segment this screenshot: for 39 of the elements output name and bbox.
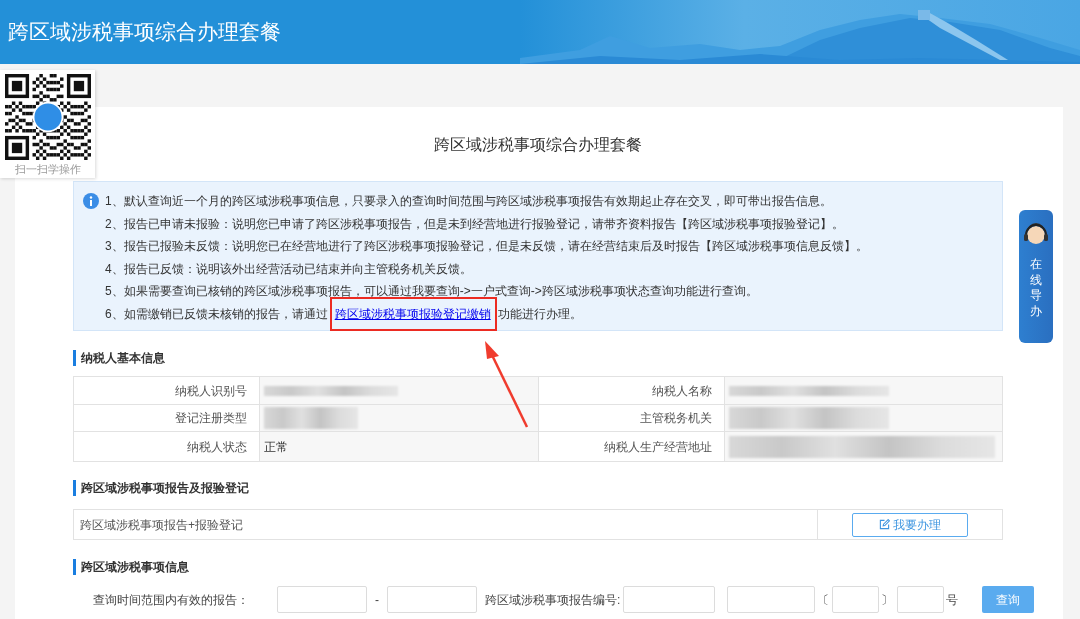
notice-text: 6、如需缴销已反馈未核销的报告，请通过 跨区域涉税事项报验登记缴销 功能进行办理。 (105, 302, 868, 325)
edit-icon (879, 519, 890, 530)
notice-text: 1、默认查询近一个月的跨区域涉税事项信息，只要录入的查询时间范围与跨区域涉税事项报告有效期起止存在交叉，即可带出报告信息。 (105, 193, 833, 210)
field-label: 登记注册类型 (174, 410, 247, 427)
handle-button[interactable]: 我要办理 (852, 512, 968, 537)
field-label: 纳税人名称 (652, 382, 713, 400)
input-field[interactable] (832, 586, 880, 613)
header-title: 跨区域涉税事项综合办理套餐 (7, 19, 281, 45)
online-guide-tab[interactable]: 在线导办 (1019, 210, 1053, 343)
section-heading: 跨区域涉税事项信息 (73, 559, 189, 575)
notice-link[interactable]: 跨区域涉税事项报验登记缴销 (334, 306, 491, 321)
field-label: 跨区域涉税事项报告编号: (485, 591, 621, 609)
qr-code-icon (4, 74, 91, 160)
notice-text: 3、报告已报验未反馈：说明您已在经营地进行了跨区涉税事项报验登记，但是未反馈，请在经营结束后及时报告【跨区域涉税事项信息反馈】。 (105, 238, 868, 255)
field-label: 纳税人识别号 (174, 382, 247, 400)
field-value: 正常 (263, 438, 288, 456)
page-title: 跨区域涉税事项综合办理套餐 (434, 136, 642, 153)
query-button[interactable]: 查询 (982, 586, 1035, 613)
section-heading: 纳税人基本信息 (73, 350, 165, 366)
input-field[interactable] (277, 586, 367, 613)
separator-text: 号 (946, 591, 959, 609)
separator-text: - (375, 591, 379, 609)
notice-text: 5、如果需要查询已核销的跨区域涉税事项报告，可以通过我要查询->一户式查询->跨区域涉税事项状态查询功能进行查询。 (105, 283, 759, 300)
input-field[interactable] (623, 586, 716, 613)
input-field[interactable] (727, 586, 816, 613)
field-label: 主管税务机关 (640, 410, 713, 427)
info-icon (83, 193, 99, 209)
separator-text: 〕 (881, 591, 894, 609)
field-label: 纳税人生产经营地址 (604, 438, 713, 456)
field-label: 查询时间范围内有效的报告： (93, 591, 250, 609)
field-label: 纳税人状态 (186, 438, 247, 456)
notice-text: 2、报告已申请未报验：说明您已申请了跨区涉税事项报告，但是未到经营地进行报验登记，请带齐资料报告【跨区域涉税事项报验登记】。 (105, 215, 845, 233)
section-heading: 跨区域涉税事项报告及报验登记 (73, 480, 249, 496)
qr-caption: 扫一扫学操作 (14, 162, 81, 176)
input-field[interactable] (897, 586, 945, 613)
item-label: 跨区域涉税事项报告+报验登记 (80, 516, 243, 534)
separator-text: 〔 (817, 591, 830, 609)
input-field[interactable] (387, 586, 477, 613)
notice-text: 4、报告已反馈：说明该外出经营活动已结束并向主管税务机关反馈。 (105, 260, 473, 278)
